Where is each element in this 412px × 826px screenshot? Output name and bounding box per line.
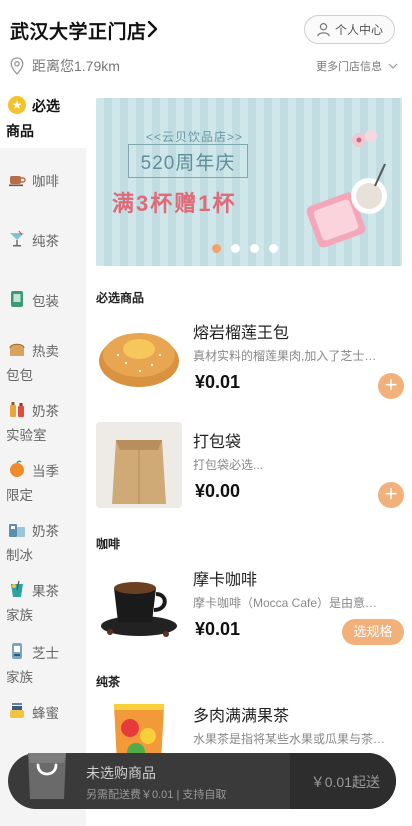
sidebar-item-seasonal[interactable]: 当季 限定 [0, 458, 86, 508]
flower-icon [352, 130, 377, 147]
sidebar-item-label: 商品 [6, 123, 34, 139]
sidebar-item-label: 包装 [32, 294, 59, 309]
bottles-icon [10, 402, 24, 417]
section-title: 必选商品 [96, 291, 145, 305]
sidebar-item-label: 实验室 [6, 428, 47, 443]
product-desc: 打包袋必选... [193, 458, 264, 472]
sidebar-item-label: 芝士 [32, 646, 59, 661]
sidebar-item-label: 当季 [32, 464, 59, 479]
category-sidebar: ★ 必选 商品 咖啡 纯茶 包装 热卖 包包 奶茶 实验室 当季 限定 奶茶 制… [0, 88, 86, 826]
sidebar-item-label: 奶茶 [32, 524, 59, 539]
store-header: 武汉大学正门店 个人中心 距离您1.79km 更多门店信息 [0, 0, 412, 88]
add-to-cart-button[interactable]: + [378, 482, 404, 508]
cart-delivery-info: 另需配送费￥0.01 | 支持自取 [86, 789, 227, 801]
add-to-cart-button[interactable]: + [378, 373, 404, 399]
product-image [96, 422, 182, 508]
sidebar-item-label: 家族 [6, 608, 33, 623]
chevron-right-icon[interactable] [146, 18, 160, 40]
sidebar-item-tea[interactable]: 纯茶 [0, 226, 86, 276]
choose-spec-button[interactable]: 选规格 [342, 619, 404, 645]
section-title: 纯茶 [96, 675, 121, 689]
sidebar-item-required[interactable]: ★ 必选 商品 [0, 88, 86, 148]
sidebar-item-label: 蜂蜜 [32, 706, 59, 721]
orange-icon [10, 460, 24, 477]
carousel-dots [212, 244, 278, 253]
product-desc: 摩卡咖啡（Mocca Cafe）是由意… [193, 596, 378, 610]
cheese-icon [12, 643, 22, 659]
shopping-bag-icon[interactable] [24, 743, 70, 803]
sidebar-item-coffee[interactable]: 咖啡 [0, 166, 86, 216]
product-desc: 真材实料的榴莲果肉,加入了芝士… [193, 349, 377, 363]
sidebar-item-label: 果茶 [32, 584, 59, 599]
section-title: 咖啡 [96, 537, 121, 551]
honey-icon [10, 703, 24, 718]
banner-shop-name: <<云贝饮品店>> [146, 130, 244, 144]
drink-illustration [306, 163, 387, 248]
coffee-cup-icon [9, 176, 26, 187]
sidebar-item-package[interactable]: 包装 [0, 286, 86, 336]
personal-center-label: 个人中心 [334, 23, 383, 37]
product-item[interactable]: 熔岩榴莲王包 真材实料的榴莲果肉,加入了芝士… ¥0.01 + [96, 313, 406, 409]
cocktail-icon [10, 230, 24, 247]
sidebar-item-honey[interactable]: 蜂蜜 [0, 700, 86, 730]
product-list: <<云贝饮品店>> 520周年庆 满3杯赠1杯 必选商品 熔岩榴莲王包 真材实料… [86, 88, 412, 826]
sidebar-item-milk-tea-lab[interactable]: 奶茶 实验室 [0, 398, 86, 448]
banner-anniversary-box: 520周年庆 [128, 144, 248, 178]
cart-bar[interactable]: 未选购商品 另需配送费￥0.01 | 支持自取 ￥0.01起送 [8, 753, 396, 809]
carousel-dot[interactable] [250, 244, 259, 253]
sidebar-item-label: 纯茶 [32, 234, 59, 249]
ice-drink-icon [9, 524, 25, 537]
star-icon: ★ [8, 96, 26, 114]
product-name: 摩卡咖啡 [193, 572, 258, 589]
chevron-down-icon [388, 63, 398, 69]
product-image [96, 560, 182, 646]
location-pin-icon [10, 57, 24, 75]
sidebar-item-fruit-tea[interactable]: 果茶 家族 [0, 578, 86, 628]
product-item[interactable]: 打包袋 打包袋必选... ¥0.00 + [96, 422, 406, 518]
sidebar-item-label: 包包 [6, 368, 33, 383]
bread-icon [9, 343, 25, 356]
product-name: 多肉满满果茶 [193, 708, 290, 725]
fruit-tea-icon [11, 580, 23, 597]
product-name: 熔岩榴莲王包 [193, 325, 290, 342]
product-desc: 水果茶是指将某些水果或瓜果与茶… [193, 732, 386, 746]
carousel-dot[interactable] [231, 244, 240, 253]
product-price: ¥0.01 [195, 372, 241, 392]
sidebar-item-label: 限定 [6, 488, 33, 503]
more-stores-label: 更多门店信息 [316, 61, 382, 73]
store-name[interactable]: 武汉大学正门店 [10, 17, 147, 44]
cart-empty-text: 未选购商品 [86, 765, 156, 781]
user-icon [317, 22, 330, 37]
sidebar-item-label: 制冰 [6, 548, 33, 563]
package-icon [11, 291, 23, 307]
carousel-dot[interactable] [269, 244, 278, 253]
banner-anniversary: 520周年庆 [140, 152, 236, 174]
distance-row: 距离您1.79km [10, 56, 120, 76]
product-price: ¥0.01 [195, 619, 241, 639]
promo-banner[interactable]: <<云贝饮品店>> 520周年庆 满3杯赠1杯 [96, 98, 402, 266]
product-image [96, 313, 182, 399]
sidebar-item-label: 咖啡 [32, 174, 59, 189]
app-page: 武汉大学正门店 个人中心 距离您1.79km 更多门店信息 ★ 必选 商品 咖啡… [0, 0, 412, 826]
min-order-text: ￥0.01起送 [310, 774, 380, 790]
product-price: ¥0.00 [195, 481, 241, 501]
product-item[interactable]: 摩卡咖啡 摩卡咖啡（Mocca Cafe）是由意… ¥0.01 选规格 [96, 560, 406, 656]
sidebar-item-label: 奶茶 [32, 404, 59, 419]
banner-promo-text: 满3杯赠1杯 [112, 191, 237, 216]
sidebar-item-label: 热卖 [32, 344, 59, 359]
more-stores-link[interactable]: 更多门店信息 [316, 58, 398, 74]
distance-text: 距离您1.79km [32, 58, 120, 74]
sidebar-item-hot-sale[interactable]: 热卖 包包 [0, 338, 86, 388]
sidebar-item-label: 家族 [6, 670, 33, 685]
sidebar-item-label: 必选 [32, 98, 60, 114]
personal-center-button[interactable]: 个人中心 [304, 15, 395, 44]
carousel-dot[interactable] [212, 244, 221, 253]
sidebar-item-cheese[interactable]: 芝士 家族 [0, 640, 86, 690]
product-name: 打包袋 [193, 434, 242, 451]
sidebar-item-milk-tea-ice[interactable]: 奶茶 制冰 [0, 518, 86, 568]
